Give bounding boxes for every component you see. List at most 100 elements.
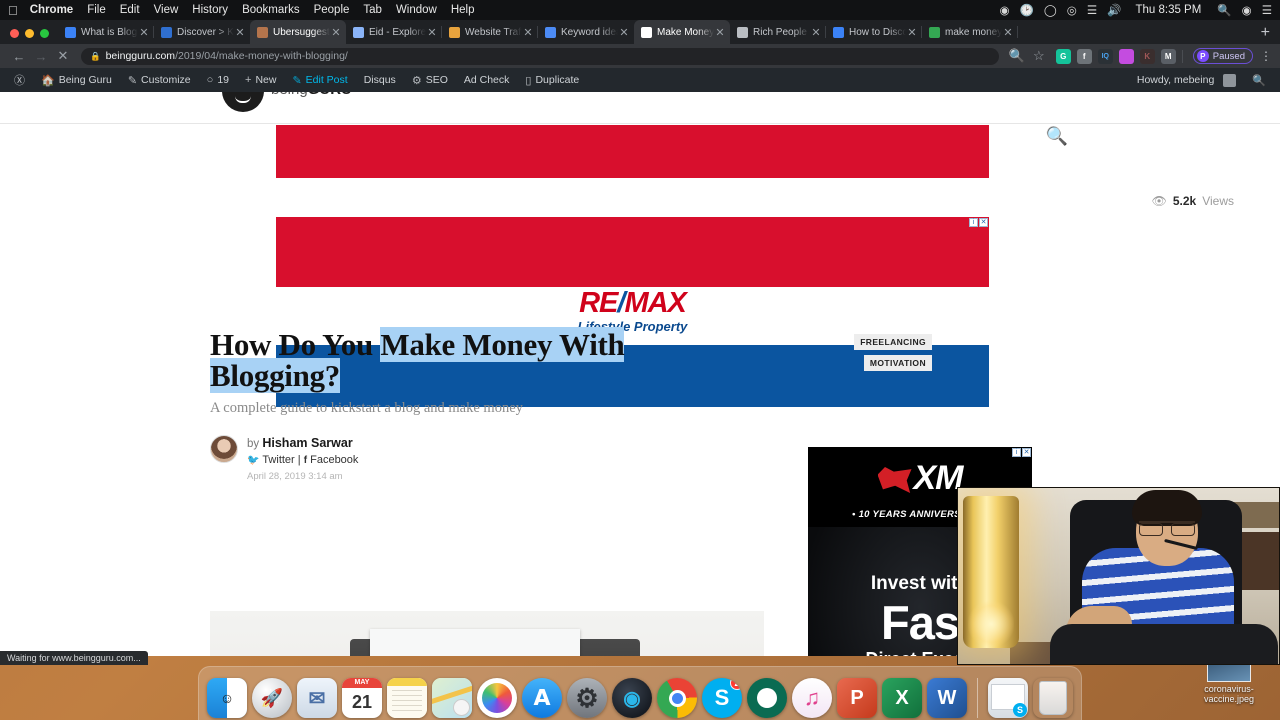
browser-tab[interactable]: Ubersuggest ✕	[250, 20, 346, 44]
close-tab-icon[interactable]: ✕	[618, 26, 630, 39]
wpbar-item-disqus[interactable]: Disqus	[356, 74, 404, 86]
close-tab-icon[interactable]: ✕	[1002, 26, 1014, 39]
stop-loading-icon[interactable]: ✕	[52, 48, 74, 64]
browser-tab[interactable]: How to Discover N✕	[826, 20, 922, 44]
browser-tab[interactable]: Website Traffic Sta✕	[442, 20, 538, 44]
new-tab-button[interactable]: +	[1253, 25, 1280, 44]
dock-icon-app-store[interactable]: 𝗔	[522, 678, 562, 718]
browser-tab[interactable]: Discover > Keywords✕	[154, 20, 250, 44]
menu-item-bookmarks[interactable]: Bookmarks	[242, 4, 300, 16]
dock-icon-excel[interactable]: X	[882, 678, 922, 718]
menu-item-edit[interactable]: Edit	[120, 4, 140, 16]
dock-icon-notes[interactable]	[387, 678, 427, 718]
menu-item-history[interactable]: History	[192, 4, 228, 16]
wordpress-icon[interactable]: Ⓧ	[6, 72, 33, 88]
menu-item-window[interactable]: Window	[396, 4, 437, 16]
close-tab-icon[interactable]: ✕	[810, 26, 822, 39]
close-tab-icon[interactable]: ✕	[522, 26, 534, 39]
webcam-overlay[interactable]	[957, 487, 1280, 665]
control-center-icon[interactable]: ◉	[1242, 3, 1252, 17]
minimize-window-button[interactable]	[25, 29, 34, 38]
facebook-link[interactable]: Facebook	[310, 454, 358, 466]
search-icon[interactable]: 🔍	[1217, 3, 1231, 17]
wpbar-item-customize[interactable]: ✎ Customize	[120, 74, 199, 87]
ad-choices-controls[interactable]: i ✕	[969, 218, 988, 227]
wpbar-greeting[interactable]: Howdy, mebeing	[1129, 73, 1244, 87]
kw-extension-icon[interactable]: K	[1139, 48, 1155, 64]
dock-icon-word[interactable]: W	[927, 678, 967, 718]
dock-icon-skype[interactable]: S2	[702, 678, 742, 718]
wifi-icon[interactable]: ☰	[1087, 3, 1097, 17]
category-motivation[interactable]: MOTIVATION	[863, 355, 932, 371]
close-tab-icon[interactable]: ✕	[714, 26, 726, 39]
dock-icon-photos[interactable]	[477, 678, 517, 718]
dock-icon-finder[interactable]: ☺	[207, 678, 247, 718]
twitter-link[interactable]: Twitter	[262, 454, 294, 466]
wpbar-item-comments[interactable]: ○ 19	[199, 74, 237, 86]
dock-minimized-skype-minimized-window[interactable]: S	[988, 678, 1028, 718]
dock-icon-calendar[interactable]: MAY 21	[342, 678, 382, 718]
dock-icon-system-preferences[interactable]: ⚙	[567, 678, 607, 718]
menu-item-chrome[interactable]: Chrome	[30, 4, 73, 16]
menu-item-view[interactable]: View	[154, 4, 179, 16]
menubar-clock[interactable]: Thu 8:35 PM	[1135, 4, 1201, 16]
forward-arrow-icon[interactable]: →	[30, 49, 52, 64]
dock-icon-trash-icon[interactable]	[1033, 678, 1073, 718]
mailtrack-extension-icon[interactable]: M	[1160, 48, 1176, 64]
close-tab-icon[interactable]: ✕	[138, 26, 150, 39]
wpbar-item-edit-post[interactable]: ✎ Edit Post	[284, 74, 355, 87]
browser-tab[interactable]: What is Blogging?✕	[58, 20, 154, 44]
address-bar[interactable]: 🔒 beingguru.com /2019/04/make-money-with…	[81, 47, 999, 65]
close-tab-icon[interactable]: ✕	[330, 26, 342, 39]
close-tab-icon[interactable]: ✕	[906, 26, 918, 39]
dock-icon-launchpad[interactable]: 🚀	[252, 678, 292, 718]
bluetooth-icon[interactable]: ◎	[1067, 3, 1077, 17]
close-tab-icon[interactable]: ✕	[234, 26, 246, 39]
site-logo[interactable]: beingGURU	[222, 92, 352, 112]
browser-tab[interactable]: Keyword ideas - 94✕	[538, 20, 634, 44]
dock-icon-maps[interactable]	[432, 678, 472, 718]
ad-close-icon[interactable]: ✕	[979, 218, 988, 227]
wpbar-item-ad-check[interactable]: Ad Check	[456, 74, 518, 86]
ad-info-icon[interactable]: i	[1012, 448, 1021, 457]
facebook-pixel-extension-icon[interactable]: f	[1076, 48, 1092, 64]
browser-tab[interactable]: Make Money With B✕	[634, 20, 730, 44]
volume-icon[interactable]: 🔊	[1107, 3, 1121, 17]
wpbar-search-icon[interactable]: 🔍	[1244, 74, 1274, 87]
star-icon[interactable]: ☆	[1028, 48, 1050, 64]
maximize-window-button[interactable]	[40, 29, 49, 38]
siri-icon[interactable]: ◯	[1044, 3, 1057, 17]
site-search-icon[interactable]: 🔍	[1046, 126, 1068, 147]
zoom-search-icon[interactable]: 🔍	[1006, 48, 1028, 64]
apple-icon[interactable]: 	[8, 4, 18, 17]
menu-item-people[interactable]: People	[314, 4, 350, 16]
back-arrow-icon[interactable]: ←	[8, 49, 30, 64]
kebab-menu-icon[interactable]: ⋮	[1260, 49, 1272, 63]
close-window-button[interactable]	[10, 29, 19, 38]
menu-item-help[interactable]: Help	[451, 4, 475, 16]
browser-tab[interactable]: Eid - Explore - Goo✕	[346, 20, 442, 44]
close-tab-icon[interactable]: ✕	[426, 26, 438, 39]
category-freelancing[interactable]: FREELANCING	[854, 334, 932, 350]
dock-icon-itunes[interactable]: ♫	[792, 678, 832, 718]
dock-icon-sophos[interactable]	[747, 678, 787, 718]
wpbar-item-being-guru[interactable]: 🏠 Being Guru	[33, 74, 120, 87]
author-name[interactable]: Hisham Sarwar	[262, 436, 352, 450]
browser-tab[interactable]: make money with b✕	[922, 20, 1018, 44]
grammarly-extension-icon[interactable]: G	[1055, 48, 1071, 64]
time-machine-icon[interactable]: 🕑	[1020, 3, 1034, 17]
profile-paused-chip[interactable]: P Paused	[1192, 48, 1253, 64]
wpbar-item-seo[interactable]: ⚙ SEO	[404, 74, 456, 87]
notification-center-icon[interactable]: ☰	[1262, 3, 1272, 17]
dock-icon-quicktime[interactable]: ◉	[612, 678, 652, 718]
seoquake-extension-icon[interactable]: IQ	[1097, 48, 1113, 64]
screen-record-icon[interactable]: ◉	[1000, 3, 1010, 17]
wpbar-item-duplicate[interactable]: ▯ Duplicate	[517, 74, 587, 87]
menu-item-tab[interactable]: Tab	[363, 4, 382, 16]
leaderboard-ad-top[interactable]	[276, 125, 989, 209]
menu-item-file[interactable]: File	[87, 4, 106, 16]
dock-icon-mail[interactable]: ✉	[297, 678, 337, 718]
dock-icon-google-chrome[interactable]	[657, 678, 697, 718]
ad-info-icon[interactable]: i	[969, 218, 978, 227]
xm-ad-choices-controls[interactable]: i ✕	[1012, 448, 1031, 457]
